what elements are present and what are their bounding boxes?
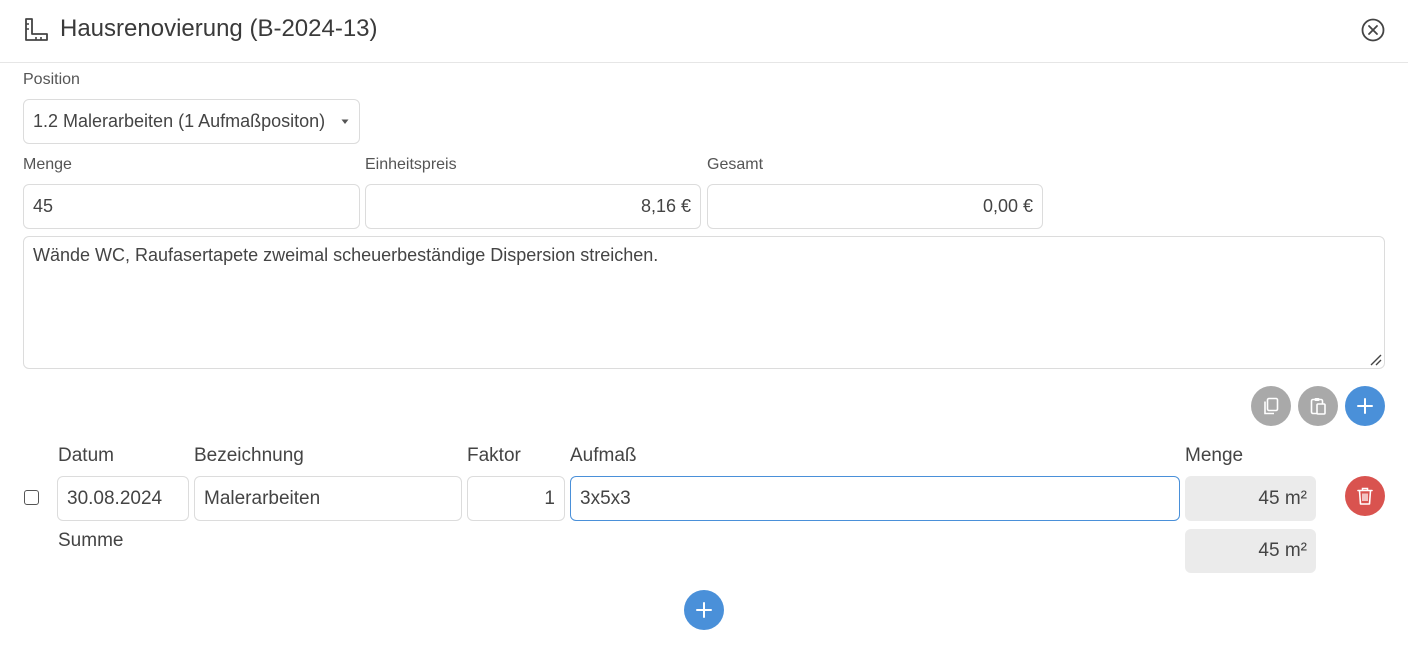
gesamt-input[interactable]: 0,00 € (707, 184, 1043, 229)
resize-handle-icon[interactable] (1368, 352, 1382, 366)
position-select[interactable]: 1.2 Malerarbeiten (1 Aufmaßpositon) (23, 99, 360, 144)
column-header-menge: Menge (1185, 445, 1244, 466)
column-header-bezeichnung: Bezeichnung (194, 445, 304, 466)
add-position-button[interactable] (1345, 386, 1385, 426)
close-icon[interactable] (1360, 17, 1386, 43)
einheitspreis-label: Einheitspreis (365, 156, 457, 173)
column-header-aufmass: Aufmaß (570, 445, 637, 466)
paste-icon (1310, 398, 1326, 415)
summe-label: Summe (58, 530, 124, 551)
position-select-value: 1.2 Malerarbeiten (1 Aufmaßpositon) (33, 111, 326, 131)
column-header-datum: Datum (58, 445, 114, 466)
ruler-square-icon (25, 18, 48, 41)
gesamt-label: Gesamt (707, 156, 764, 173)
trash-icon (1357, 487, 1373, 505)
bezeichnung-input[interactable]: Malerarbeiten (194, 476, 462, 521)
dialog-header: Hausrenovierung (B-2024-13) (0, 0, 1408, 63)
plus-icon (696, 602, 712, 618)
paste-button[interactable] (1298, 386, 1338, 426)
description-text: Wände WC, Raufasertapete zweimal scheuer… (33, 245, 659, 265)
row-menge-value: 45 m² (1185, 476, 1316, 521)
add-row-button[interactable] (684, 590, 724, 630)
plus-icon (1357, 398, 1373, 414)
menge-input[interactable]: 45 (23, 184, 360, 229)
datum-input[interactable]: 30.08.2024 (57, 476, 189, 521)
menge-label: Menge (23, 156, 72, 173)
copy-icon (1264, 397, 1279, 415)
faktor-input[interactable]: 1 (467, 476, 565, 521)
row-checkbox[interactable] (24, 490, 39, 505)
position-label: Position (23, 71, 80, 88)
dialog-title: Hausrenovierung (B-2024-13) (60, 15, 378, 42)
summe-value: 45 m² (1185, 529, 1316, 573)
delete-row-button[interactable] (1345, 476, 1385, 516)
description-textarea[interactable]: Wände WC, Raufasertapete zweimal scheuer… (23, 236, 1385, 369)
column-header-faktor: Faktor (467, 445, 521, 466)
aufmass-input[interactable]: 3x5x3 (570, 476, 1180, 521)
copy-button[interactable] (1251, 386, 1291, 426)
chevron-down-icon (341, 119, 349, 124)
einheitspreis-input[interactable]: 8,16 € (365, 184, 701, 229)
